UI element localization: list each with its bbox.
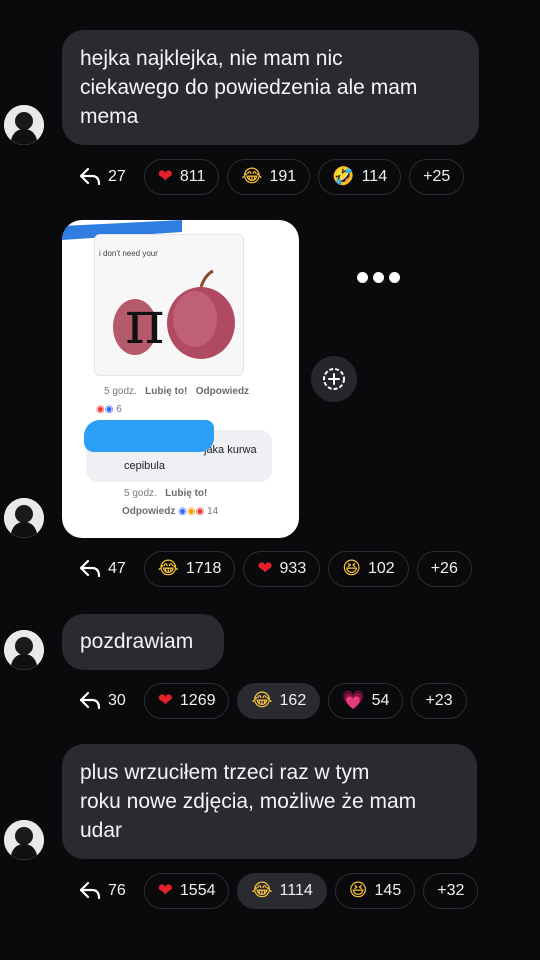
reaction-count: 1269 bbox=[179, 692, 216, 709]
comment-time: 5 godz. bbox=[124, 488, 157, 499]
reaction-count: 162 bbox=[279, 692, 307, 709]
reply-arrow-icon bbox=[79, 691, 101, 710]
reaction-row: 30 ❤ 1269 😂 162 💗 54 +23 bbox=[68, 682, 467, 720]
reply-count: 76 bbox=[108, 882, 126, 899]
reply-arrow-icon bbox=[79, 881, 101, 900]
reaction-count: 114 bbox=[361, 168, 388, 185]
reaction-count: 811 bbox=[179, 168, 206, 185]
reaction-pill[interactable]: ❤ 1554 bbox=[143, 873, 230, 909]
avatar[interactable] bbox=[4, 105, 44, 145]
message-text-line: mema bbox=[80, 105, 139, 128]
avatar[interactable] bbox=[4, 630, 44, 670]
message-text-line: pozdrawiam bbox=[80, 630, 194, 653]
comment-meta: 5 godz. Lubię to! bbox=[124, 488, 207, 499]
tears-of-joy-icon: 😂 bbox=[157, 558, 179, 579]
reaction-pill[interactable]: 😆 102 bbox=[328, 551, 409, 587]
message-text-line: roku nowe zdjęcia, możliwe że mam bbox=[80, 790, 417, 813]
avatar[interactable] bbox=[4, 498, 44, 538]
reaction-count: 1554 bbox=[179, 882, 216, 899]
rolling-laughing-icon: 🤣 bbox=[332, 166, 355, 187]
pi-symbol: π bbox=[125, 288, 165, 358]
reaction-count: 54 bbox=[371, 692, 390, 709]
reply-button[interactable]: 30 bbox=[68, 682, 136, 720]
reaction-count: 1114 bbox=[279, 882, 313, 899]
more-reactions-button[interactable]: +25 bbox=[409, 159, 465, 195]
red-heart-icon: ❤ bbox=[157, 690, 173, 711]
message-text-line: hejka najklejka, nie mam nic bbox=[80, 47, 343, 70]
reaction-count: 933 bbox=[279, 560, 307, 577]
post-like: Lubię to! bbox=[145, 386, 188, 397]
message-text-line: plus wrzuciłem trzeci raz w tym bbox=[80, 761, 370, 784]
fb-post-card: i don't need your π bbox=[94, 234, 244, 376]
reply-count: 27 bbox=[108, 168, 126, 185]
message-bubble[interactable]: hejka najklejka, nie mam nic ciekawego d… bbox=[62, 30, 479, 145]
reply-count: 30 bbox=[108, 692, 126, 709]
reaction-pill[interactable]: 💗 54 bbox=[328, 683, 404, 719]
comment-reply: Odpowiedz bbox=[122, 506, 176, 517]
message-text-line: ciekawego do powiedzenia ale mam bbox=[80, 76, 418, 99]
reaction-pill[interactable]: ❤ 933 bbox=[243, 551, 321, 587]
red-heart-icon: ❤ bbox=[257, 558, 273, 579]
reply-arrow-icon bbox=[79, 559, 101, 578]
reaction-pill[interactable]: 😆 145 bbox=[334, 873, 416, 909]
post-reacts: ◉◉ 6 bbox=[96, 404, 122, 415]
post-meta: 5 godz. Lubię to! Odpowiedz bbox=[104, 386, 249, 397]
more-reactions-button[interactable]: +23 bbox=[411, 683, 467, 719]
reaction-pill[interactable]: 😂 162 bbox=[237, 683, 321, 719]
avatar[interactable] bbox=[4, 820, 44, 860]
reaction-row: 47 😂 1718 ❤ 933 😆 102 +26 bbox=[68, 550, 472, 588]
reaction-row: 27 ❤ 811 😂 191 🤣 114 +25 bbox=[68, 158, 465, 196]
reply-button[interactable]: 47 bbox=[68, 550, 136, 588]
reply-count: 47 bbox=[108, 560, 126, 577]
message-text-line: udar bbox=[80, 819, 123, 842]
reaction-pill[interactable]: ❤ 811 bbox=[143, 159, 220, 195]
reaction-pill[interactable]: 😂 191 bbox=[227, 159, 311, 195]
pink-heart-icon: 💗 bbox=[342, 690, 365, 711]
reply-arrow-icon bbox=[79, 167, 101, 186]
reply-button[interactable]: 76 bbox=[68, 872, 136, 910]
more-reactions-button[interactable]: +26 bbox=[416, 551, 472, 587]
red-heart-icon: ❤ bbox=[157, 166, 173, 187]
reaction-pill[interactable]: 🤣 114 bbox=[318, 159, 402, 195]
reaction-row: 76 ❤ 1554 😂 1114 😆 145 +32 bbox=[68, 872, 479, 910]
comment-like: Lubię to! bbox=[165, 488, 208, 499]
comment-react-count: 14 bbox=[207, 506, 219, 517]
reaction-count: 1718 bbox=[185, 560, 222, 577]
comment-text: cepibula bbox=[124, 460, 165, 472]
tears-of-joy-icon: 😂 bbox=[251, 880, 273, 901]
scribble-decoration bbox=[84, 420, 214, 452]
reaction-pill[interactable]: 😂 1718 bbox=[143, 551, 236, 587]
more-options-button[interactable] bbox=[357, 272, 400, 283]
message-bubble[interactable]: pozdrawiam bbox=[62, 614, 224, 670]
grinning-squint-icon: 😆 bbox=[348, 880, 368, 901]
post-react-count: 6 bbox=[116, 404, 122, 415]
message-bubble[interactable]: plus wrzuciłem trzeci raz w tym roku now… bbox=[62, 744, 477, 859]
comment-text: jaka kurwa bbox=[204, 444, 257, 456]
red-heart-icon: ❤ bbox=[157, 880, 173, 901]
post-reply: Odpowiedz bbox=[195, 386, 250, 397]
more-reactions-button[interactable]: +32 bbox=[423, 873, 479, 909]
reaction-count: 102 bbox=[368, 560, 395, 577]
add-reaction-icon bbox=[323, 368, 345, 390]
post-time: 5 godz. bbox=[104, 386, 137, 397]
reaction-count: 145 bbox=[374, 882, 402, 899]
reaction-pill[interactable]: ❤ 1269 bbox=[143, 683, 230, 719]
meme-image[interactable]: i don't need your π 5 godz. Lubię to! Od… bbox=[62, 220, 299, 538]
reaction-pill[interactable]: 😂 1114 bbox=[237, 873, 327, 909]
meme-caption: i don't need your bbox=[99, 249, 158, 258]
reply-button[interactable]: 27 bbox=[68, 158, 136, 196]
grinning-squint-icon: 😆 bbox=[342, 558, 361, 579]
tears-of-joy-icon: 😂 bbox=[251, 690, 273, 711]
comment-meta: Odpowiedz ◉◉◉ 14 bbox=[122, 506, 219, 517]
add-reaction-button[interactable] bbox=[311, 356, 357, 402]
reaction-count: 191 bbox=[269, 168, 297, 185]
tears-of-joy-icon: 😂 bbox=[241, 166, 263, 187]
